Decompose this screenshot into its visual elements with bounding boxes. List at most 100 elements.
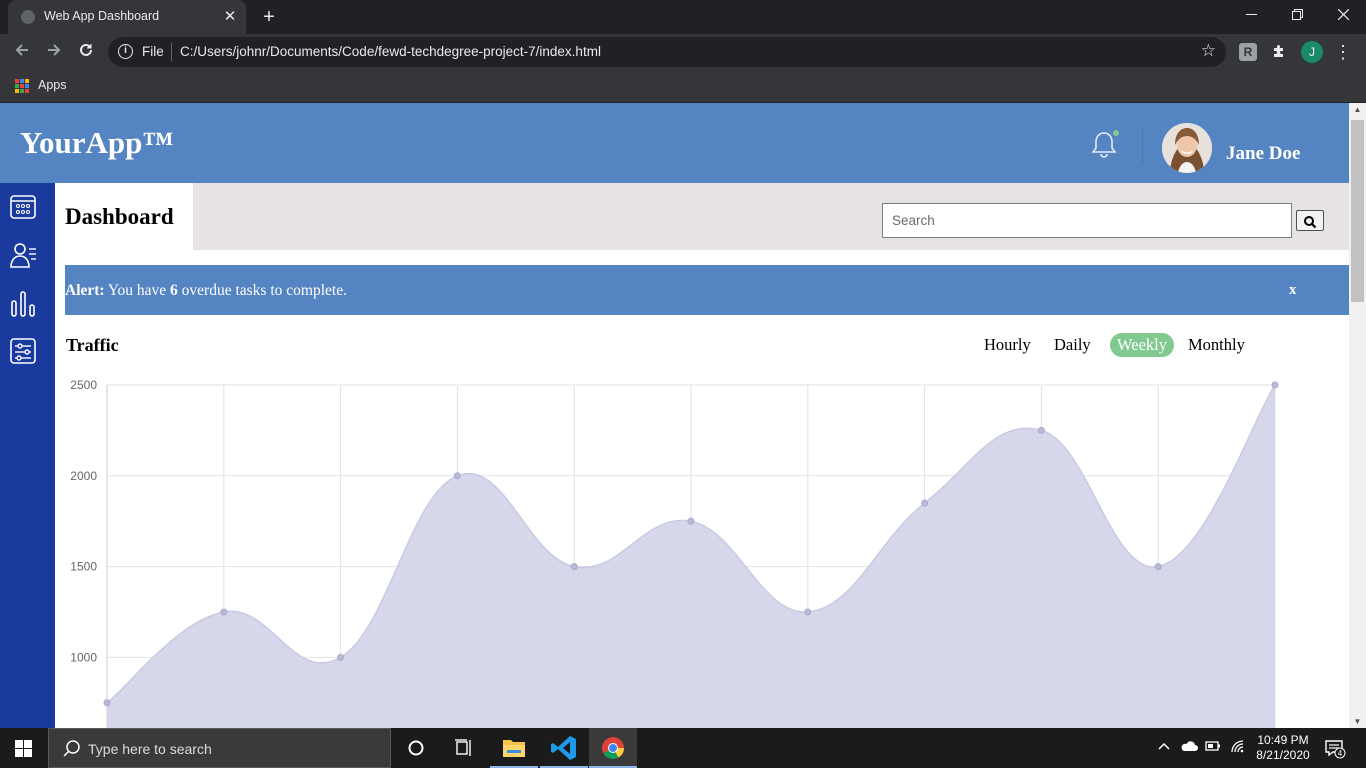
wifi-icon[interactable] — [1230, 739, 1246, 756]
reload-icon — [80, 43, 92, 56]
forward-button[interactable] — [42, 40, 66, 64]
clock-date: 8/21/2020 — [1256, 748, 1310, 762]
chart-data-point — [687, 517, 695, 525]
windows-start-icon[interactable] — [15, 740, 32, 757]
browser-menu-icon[interactable]: ⋮ — [1334, 40, 1352, 64]
tab-close-icon[interactable]: ✕ — [220, 7, 240, 27]
filter-monthly[interactable]: Monthly — [1188, 335, 1245, 359]
extensions-puzzle-icon[interactable] — [1270, 43, 1288, 61]
filter-weekly[interactable]: Weekly — [1110, 333, 1174, 357]
chart-data-point — [337, 653, 345, 661]
filter-daily[interactable]: Daily — [1054, 335, 1091, 359]
chart-data-point — [1154, 563, 1162, 571]
window-close-button[interactable] — [1320, 0, 1366, 30]
settings-sliders-icon[interactable] — [9, 337, 37, 365]
traffic-title: Traffic — [66, 335, 119, 355]
chart-data-point — [804, 608, 812, 616]
chrome-button[interactable] — [589, 728, 637, 768]
chart-data-point — [103, 699, 111, 707]
address-separator — [171, 43, 172, 61]
bookmark-star-icon[interactable]: ☆ — [1201, 41, 1216, 61]
calendar-icon[interactable] — [9, 193, 37, 221]
action-center-button[interactable]: 4 — [1324, 739, 1346, 759]
chart-data-point — [220, 608, 228, 616]
restore-button[interactable] — [1274, 0, 1320, 30]
chart-data-point — [1037, 426, 1045, 434]
alert-close-button[interactable]: x — [1289, 282, 1297, 299]
globe-icon — [21, 10, 35, 24]
page-title: Dashboard — [65, 204, 174, 229]
page-scrollbar[interactable]: ▲ ▼ — [1349, 103, 1366, 728]
notification-icon: 4 — [1325, 740, 1346, 759]
search-button[interactable] — [1296, 210, 1324, 231]
url-scheme-label: File — [142, 44, 164, 59]
cortana-circle-icon — [408, 740, 424, 756]
task-view-icon — [455, 739, 471, 756]
y-tick-label: 2000 — [70, 469, 97, 483]
alert-count: 6 — [170, 282, 178, 299]
filter-hourly[interactable]: Hourly — [984, 335, 1031, 359]
cortana-button[interactable] — [392, 728, 440, 768]
onedrive-cloud-icon[interactable] — [1180, 739, 1198, 756]
clock-time: 10:49 PM — [1257, 733, 1309, 747]
taskbar-search-box[interactable]: Type here to search — [48, 728, 391, 768]
url-text[interactable]: C:/Users/johnr/Documents/Code/fewd-techd… — [180, 44, 601, 59]
y-tick-label: 1000 — [70, 650, 97, 664]
chart-data-point — [921, 499, 929, 507]
search-input[interactable] — [882, 203, 1292, 238]
y-tick-label: 2500 — [70, 378, 97, 392]
chrome-icon — [602, 737, 624, 759]
minimize-icon — [1245, 14, 1257, 15]
arrow-right-icon — [48, 44, 61, 56]
tab-title: Web App Dashboard — [44, 9, 160, 23]
apps-grid-icon[interactable] — [15, 79, 29, 93]
profile-avatar[interactable]: J — [1301, 41, 1323, 63]
vscode-icon — [551, 736, 576, 760]
restore-icon — [1291, 9, 1303, 20]
folder-icon — [503, 740, 525, 757]
apps-bookmark[interactable]: Apps — [38, 78, 67, 92]
alert-text-after: overdue tasks to complete. — [177, 282, 347, 299]
address-bar[interactable]: i File C:/Users/johnr/Documents/Code/few… — [108, 37, 1226, 67]
scroll-thumb[interactable] — [1351, 120, 1364, 302]
browser-tab-strip: Web App Dashboard ✕ + — [0, 0, 1366, 34]
app-logo[interactable]: YourApp™ — [20, 125, 173, 161]
taskbar-search-placeholder: Type here to search — [88, 741, 212, 757]
alert-message: Alert: You have 6 overdue tasks to compl… — [65, 282, 347, 300]
notification-count: 4 — [1338, 749, 1343, 758]
y-tick-label: 1500 — [70, 560, 97, 574]
battery-icon[interactable] — [1205, 739, 1221, 756]
search-icon — [1304, 215, 1317, 228]
dashboard-tab: Dashboard — [55, 183, 193, 250]
header-divider — [1142, 128, 1143, 164]
new-tab-button[interactable]: + — [258, 6, 280, 28]
arrow-left-icon — [15, 44, 28, 56]
user-avatar[interactable] — [1162, 123, 1212, 173]
vscode-button[interactable] — [540, 728, 588, 768]
members-icon[interactable] — [9, 241, 37, 269]
dashboard-subheader: Dashboard — [55, 183, 1349, 250]
extension-r-icon[interactable]: R — [1239, 43, 1257, 61]
bookmarks-bar: Apps — [0, 70, 1366, 103]
file-explorer-button[interactable] — [490, 728, 538, 768]
scroll-down-arrow[interactable]: ▼ — [1349, 717, 1366, 726]
page-viewport: YourApp™ Jane Doe Dashboard Search Alert… — [0, 103, 1349, 728]
scroll-up-arrow[interactable]: ▲ — [1349, 105, 1366, 114]
taskbar-clock[interactable]: 10:49 PM 8/21/2020 — [1253, 733, 1313, 763]
chart-data-point — [1271, 381, 1279, 389]
user-name[interactable]: Jane Doe — [1226, 143, 1300, 165]
reload-button[interactable] — [74, 40, 98, 64]
alert-text-before: You have — [104, 282, 171, 299]
tray-chevron-up-icon[interactable] — [1157, 739, 1171, 756]
minimize-button[interactable] — [1228, 0, 1274, 30]
windows-taskbar: Type here to search 10:49 PM 8/21/2020 4 — [0, 728, 1366, 768]
browser-tab[interactable]: Web App Dashboard ✕ — [8, 0, 246, 34]
info-icon[interactable]: i — [118, 44, 133, 59]
task-view-button[interactable] — [440, 728, 488, 768]
alert-banner: Alert: You have 6 overdue tasks to compl… — [65, 265, 1349, 315]
bar-chart-icon[interactable] — [9, 289, 37, 317]
notification-dot — [1113, 130, 1119, 136]
back-button[interactable] — [10, 40, 34, 64]
close-icon — [1337, 8, 1349, 21]
alert-label: Alert: — [65, 282, 105, 299]
